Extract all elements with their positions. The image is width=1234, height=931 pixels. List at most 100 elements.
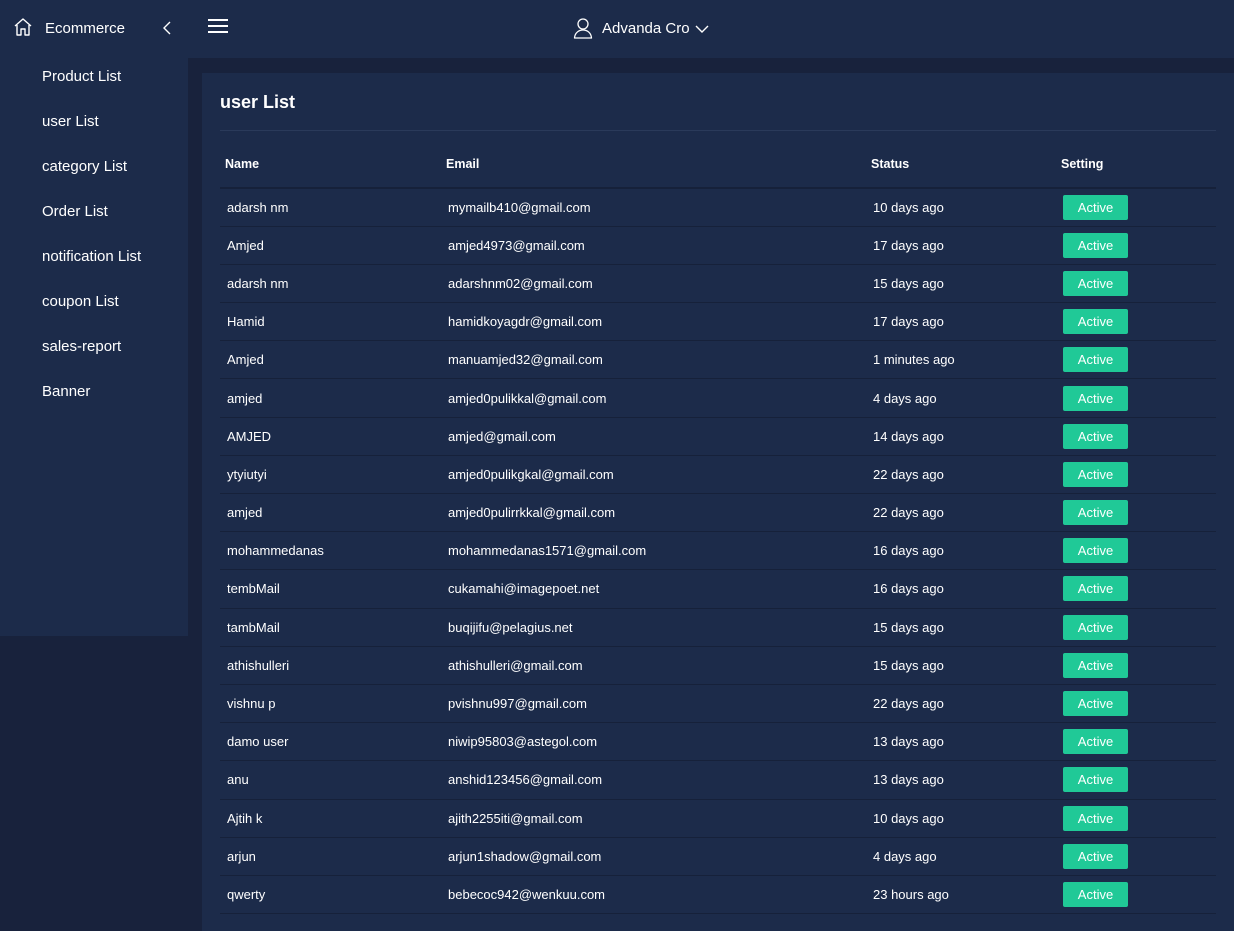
user-status-cell: 13 days ago — [866, 722, 1056, 762]
active-status-button[interactable]: Active — [1063, 270, 1128, 296]
user-setting-cell: Active — [1056, 264, 1216, 304]
title-divider — [220, 130, 1216, 131]
table-row: Amjed amjed4973@gmail.com 17 days ago Activ… — [220, 226, 1216, 265]
sidebar-item-order-list[interactable]: Order List — [0, 189, 188, 234]
user-name-cell: Amjed — [220, 340, 441, 380]
column-header-status: Status — [866, 141, 1056, 189]
user-email-cell: amjed@gmail.com — [441, 417, 866, 456]
user-email-cell: amjed0pulikkal@gmail.com — [441, 378, 866, 418]
brand-label: Ecommerce — [45, 20, 126, 37]
table-row: tambMail buqijifu@pelagius.net 15 days ago… — [220, 608, 1216, 647]
hamburger-menu-icon[interactable] — [208, 18, 228, 34]
active-status-button[interactable]: Active — [1063, 805, 1128, 831]
user-email-cell: mymailb410@gmail.com — [441, 188, 866, 227]
user-setting-cell: Active — [1056, 760, 1216, 800]
user-email-cell: cukamahi@imagepoet.net — [441, 569, 866, 609]
user-setting-cell: Active — [1056, 302, 1216, 342]
active-status-button[interactable]: Active — [1063, 843, 1128, 869]
table-row: adarsh nm adarshnm02@gmail.com 15 days ago… — [220, 264, 1216, 304]
active-status-button[interactable]: Active — [1063, 652, 1128, 678]
user-email-cell: manuamjed32@gmail.com — [441, 340, 866, 380]
sidebar-item-product-list[interactable]: Product List — [0, 54, 188, 99]
user-email-cell: amjed0pulikgkal@gmail.com — [441, 455, 866, 495]
active-status-button[interactable]: Active — [1063, 194, 1128, 220]
table-row: adarsh nm mymailb410@gmail.com 10 days ago… — [220, 188, 1216, 227]
user-name-cell: Amjed — [220, 226, 441, 265]
sidebar-item-coupon-list[interactable]: coupon List — [0, 279, 188, 324]
user-name-cell: arjun — [220, 837, 441, 876]
active-status-button[interactable]: Active — [1063, 729, 1128, 755]
user-setting-cell: Active — [1056, 646, 1216, 685]
user-setting-cell: Active — [1056, 455, 1216, 495]
user-list-panel: user List Name Email Status Setting adar… — [202, 73, 1234, 931]
user-status-cell: 16 days ago — [866, 569, 1056, 609]
user-icon — [573, 18, 593, 39]
active-status-button[interactable]: Active — [1063, 767, 1128, 793]
table-row: damo user niwip95803@astegol.com 13 days a… — [220, 722, 1216, 762]
sidebar-item-banner[interactable]: Banner — [0, 369, 188, 414]
active-status-button[interactable]: Active — [1063, 232, 1128, 258]
table-body: adarsh nm mymailb410@gmail.com 10 days ago… — [220, 188, 1216, 915]
sidebar-brand[interactable]: Ecommerce — [0, 0, 188, 58]
user-menu[interactable]: Advanda Cro — [573, 14, 709, 42]
user-email-cell: pvishnu997@gmail.com — [441, 684, 866, 724]
user-status-cell: 22 days ago — [866, 455, 1056, 495]
user-status-cell: 14 days ago — [866, 417, 1056, 456]
user-status-cell: 4 days ago — [866, 837, 1056, 876]
user-status-cell: 15 days ago — [866, 608, 1056, 647]
active-status-button[interactable]: Active — [1063, 500, 1128, 526]
user-setting-cell: Active — [1056, 417, 1216, 456]
user-name-cell: AMJED — [220, 417, 441, 456]
user-setting-cell: Active — [1056, 722, 1216, 762]
active-status-button[interactable]: Active — [1063, 691, 1128, 717]
table-row: athishulleri athishulleri@gmail.com 15 day… — [220, 646, 1216, 685]
active-status-button[interactable]: Active — [1063, 423, 1128, 449]
user-name-cell: vishnu p — [220, 684, 441, 724]
table-row: amjed amjed0pulirrkkal@gmail.com 22 days a… — [220, 493, 1216, 533]
table-row: vishnu p pvishnu997@gmail.com 22 days ago A… — [220, 684, 1216, 724]
user-email-cell: ajith2255iti@gmail.com — [441, 799, 866, 838]
chevron-left-icon[interactable] — [160, 19, 174, 37]
user-email-cell: anshid123456@gmail.com — [441, 760, 866, 800]
active-status-button[interactable]: Active — [1063, 461, 1128, 487]
user-name-cell: ytyiutyi — [220, 455, 441, 495]
user-email-cell: adarshnm02@gmail.com — [441, 264, 866, 304]
user-status-cell: 17 days ago — [866, 302, 1056, 342]
user-name-cell: tembMail — [220, 569, 441, 609]
sidebar-item-category-list[interactable]: category List — [0, 144, 188, 189]
active-status-button[interactable]: Active — [1063, 309, 1128, 335]
active-status-button[interactable]: Active — [1063, 385, 1128, 411]
user-setting-cell: Active — [1056, 531, 1216, 571]
active-status-button[interactable]: Active — [1063, 881, 1128, 907]
sidebar-nav: Product List user List category List Ord… — [0, 54, 188, 414]
user-name-cell: anu — [220, 760, 441, 800]
active-status-button[interactable]: Active — [1063, 347, 1128, 373]
user-name-cell: Hamid — [220, 302, 441, 342]
active-status-button[interactable]: Active — [1063, 576, 1128, 602]
user-setting-cell: Active — [1056, 226, 1216, 265]
active-status-button[interactable]: Active — [1063, 538, 1128, 564]
user-status-cell: 4 days ago — [866, 378, 1056, 418]
user-status-cell: 16 days ago — [866, 531, 1056, 571]
table-row: AMJED amjed@gmail.com 14 days ago Active — [220, 417, 1216, 456]
column-header-name: Name — [220, 141, 441, 189]
user-status-cell: 17 days ago — [866, 226, 1056, 265]
sidebar-item-user-list[interactable]: user List — [0, 99, 188, 144]
table-row: mohammedanas mohammedanas1571@gmail.com 16… — [220, 531, 1216, 571]
column-header-email: Email — [441, 141, 866, 189]
table-row: anu anshid123456@gmail.com 13 days ago Acti… — [220, 760, 1216, 800]
sidebar-item-notification-list[interactable]: notification List — [0, 234, 188, 279]
sidebar-item-sales-report[interactable]: sales-report — [0, 324, 188, 369]
user-name-cell: amjed — [220, 493, 441, 533]
user-name-cell: adarsh nm — [220, 188, 441, 227]
user-name-cell: amjed — [220, 378, 441, 418]
user-setting-cell: Active — [1056, 569, 1216, 609]
user-status-cell: 10 days ago — [866, 799, 1056, 838]
active-status-button[interactable]: Active — [1063, 614, 1128, 640]
user-email-cell: bebecoc942@wenkuu.com — [441, 875, 866, 915]
app-root: Ecommerce Product List user List categor… — [0, 0, 1234, 931]
table-row: arjun arjun1shadow@gmail.com 4 days ago Act… — [220, 837, 1216, 876]
user-email-cell: niwip95803@astegol.com — [441, 722, 866, 762]
user-setting-cell: Active — [1056, 493, 1216, 533]
user-status-cell: 13 days ago — [866, 760, 1056, 800]
